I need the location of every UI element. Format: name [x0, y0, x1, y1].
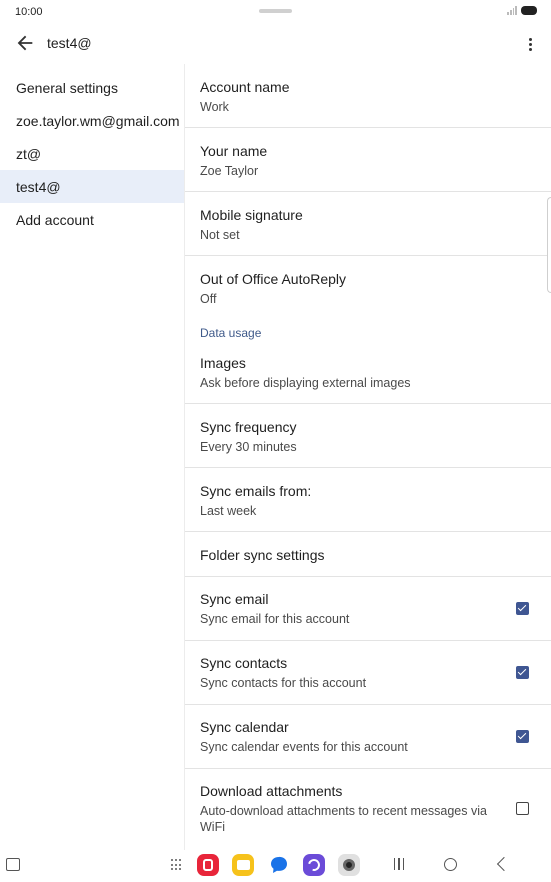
red-app-icon[interactable]	[197, 854, 219, 876]
setting-title: Your name	[200, 143, 268, 159]
sync-email-checkbox[interactable]	[516, 602, 529, 615]
setting-download-attachments[interactable]: Download attachments Auto-download attac…	[185, 769, 551, 849]
more-options-icon[interactable]	[523, 34, 537, 54]
setting-value: Off	[200, 292, 217, 306]
drag-pill	[259, 9, 292, 13]
status-time: 10:00	[15, 6, 43, 18]
battery-icon	[521, 6, 537, 15]
back-button-icon[interactable]	[496, 856, 512, 872]
setting-sync-emails-from[interactable]: Sync emails from: Last week	[185, 468, 551, 532]
section-header-data-usage: Data usage	[200, 326, 262, 340]
internet-app-icon[interactable]	[303, 854, 325, 876]
setting-value: Last week	[200, 504, 257, 518]
setting-value: Every 30 minutes	[200, 440, 297, 454]
setting-your-name[interactable]: Your name Zoe Taylor	[185, 128, 551, 192]
camera-app-icon[interactable]	[338, 854, 360, 876]
sidebar-item-test4-account[interactable]: test4@	[0, 170, 184, 203]
setting-title: Sync contacts	[200, 655, 288, 671]
sidebar-item-add-account[interactable]: Add account	[0, 203, 184, 236]
setting-sync-contacts[interactable]: Sync contacts Sync contacts for this acc…	[185, 641, 551, 705]
setting-out-of-office[interactable]: Out of Office AutoReply Off	[185, 256, 551, 311]
notes-app-icon[interactable]	[232, 854, 254, 876]
setting-value: Sync calendar events for this account	[200, 740, 408, 754]
setting-folder-sync[interactable]: Folder sync settings	[185, 532, 551, 577]
sidebar-item-zt-account[interactable]: zt@	[0, 137, 184, 170]
recents-button-icon[interactable]	[392, 858, 406, 872]
apps-grid-icon[interactable]	[171, 859, 183, 871]
account-settings-pane: Account name Work Your name Zoe Taylor M…	[185, 64, 551, 850]
signal-icon	[507, 6, 517, 15]
app-bar: test4@	[0, 24, 551, 64]
sync-contacts-checkbox[interactable]	[516, 666, 529, 679]
setting-sync-frequency[interactable]: Sync frequency Every 30 minutes	[185, 404, 551, 468]
sidebar-item-gmail-account[interactable]: zoe.taylor.wm@gmail.com	[0, 104, 184, 137]
home-button-icon[interactable]	[444, 858, 457, 871]
keyboard-toggle-icon[interactable]	[6, 858, 20, 871]
setting-title: Account name	[200, 79, 290, 95]
setting-value: Sync contacts for this account	[200, 676, 367, 690]
messages-app-icon[interactable]	[268, 854, 290, 876]
setting-title: Out of Office AutoReply	[200, 271, 347, 287]
setting-title: Sync emails from:	[200, 483, 312, 499]
setting-title: Sync frequency	[200, 419, 297, 435]
sync-calendar-checkbox[interactable]	[516, 730, 529, 743]
setting-images[interactable]: Images Ask before displaying external im…	[185, 344, 551, 404]
download-attachments-checkbox[interactable]	[516, 802, 529, 815]
setting-title: Mobile signature	[200, 207, 303, 223]
setting-value: Not set	[200, 228, 240, 242]
navigation-bar	[0, 850, 551, 882]
setting-value: Work	[200, 100, 229, 114]
back-arrow-icon[interactable]	[14, 32, 36, 54]
setting-title: Sync email	[200, 591, 269, 607]
account-sidebar: General settings zoe.taylor.wm@gmail.com…	[0, 64, 184, 850]
setting-value: Zoe Taylor	[200, 164, 259, 178]
setting-mobile-signature[interactable]: Mobile signature Not set	[185, 192, 551, 256]
setting-account-name[interactable]: Account name Work	[185, 64, 551, 128]
setting-sync-calendar[interactable]: Sync calendar Sync calendar events for t…	[185, 705, 551, 769]
setting-sync-email[interactable]: Sync email Sync email for this account	[185, 577, 551, 641]
setting-title: Download attachments	[200, 783, 343, 799]
status-bar: 10:00	[0, 0, 551, 24]
status-icons	[507, 6, 537, 15]
setting-title: Images	[200, 355, 246, 371]
sidebar-item-general-settings[interactable]: General settings	[0, 71, 184, 104]
edge-panel-handle[interactable]	[547, 197, 551, 293]
setting-value: Sync email for this account	[200, 612, 350, 626]
setting-title: Folder sync settings	[200, 547, 325, 563]
setting-value: Auto-download attachments to recent mess…	[200, 804, 487, 834]
setting-title: Sync calendar	[200, 719, 289, 735]
page-title: test4@	[47, 35, 92, 51]
setting-value: Ask before displaying external images	[200, 376, 411, 390]
